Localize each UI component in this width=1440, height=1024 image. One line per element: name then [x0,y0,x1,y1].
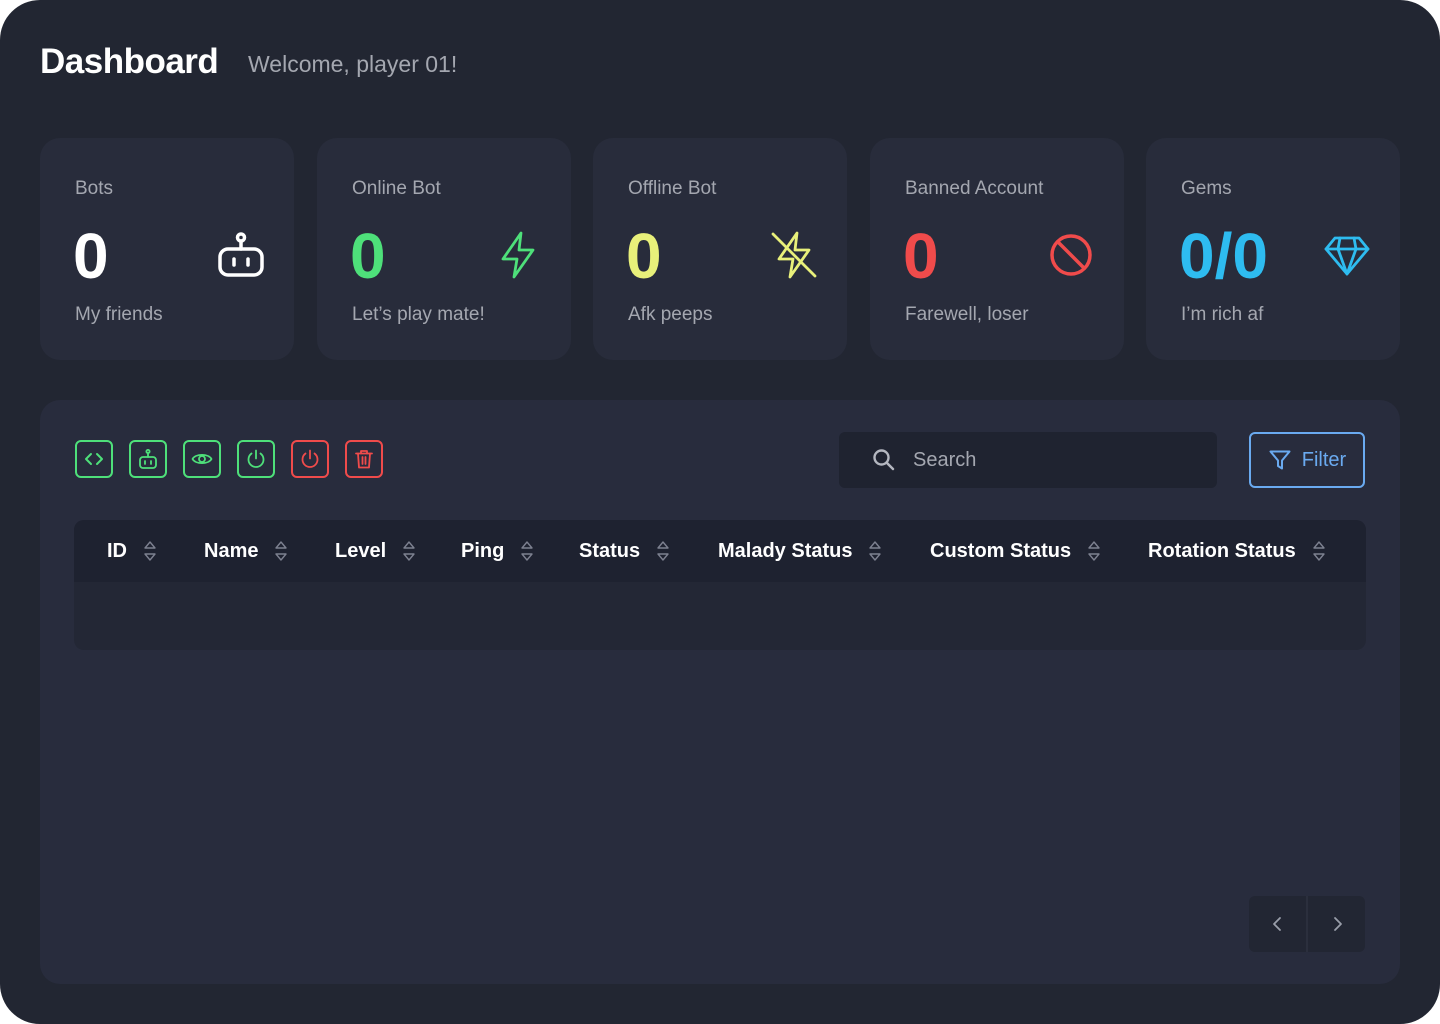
column-header-malady-status[interactable]: Malady Status [718,520,882,582]
power-icon [301,449,319,468]
sort-icon [1087,538,1101,564]
stat-subtitle: My friends [75,304,163,325]
next-page-button[interactable] [1308,896,1365,952]
welcome-message: Welcome, player 01! [248,51,458,77]
sort-icon [143,538,157,564]
table-header: ID Name Level Ping Status Malady Status … [74,520,1366,582]
stat-label: Bots [75,178,114,199]
sort-icon [868,538,882,564]
view-button[interactable] [183,440,221,478]
column-label: Ping [461,539,505,562]
filter-button[interactable]: Filter [1249,432,1365,488]
column-label: Name [204,539,259,562]
ban-icon [1046,230,1096,280]
column-label: Malady Status [718,539,853,562]
chevron-right-icon [1333,917,1342,931]
previous-page-button[interactable] [1249,896,1306,952]
column-label: ID [107,539,127,562]
delete-button[interactable] [345,440,383,478]
column-label: Level [335,539,387,562]
column-header-ping[interactable]: Ping [461,520,534,582]
stat-subtitle: I’m rich af [1181,304,1264,325]
robot-icon [139,448,157,469]
pagination [1249,896,1365,952]
lightning-off-icon [769,230,819,280]
search-icon [873,449,895,471]
column-header-id[interactable]: ID [107,520,157,582]
stat-label: Offline Bot [628,178,717,199]
column-header-rotation-status[interactable]: Rotation Status [1148,520,1326,582]
stat-label: Gems [1181,178,1232,199]
stop-bot-button[interactable] [291,440,329,478]
diamond-icon [1322,230,1372,280]
robot-icon [216,230,266,280]
stat-label: Online Bot [352,178,441,199]
start-bot-button[interactable] [237,440,275,478]
column-label: Status [579,539,641,562]
sort-icon [520,538,534,564]
stat-card-gems: Gems 0/0 I’m rich af [1146,138,1400,360]
trash-icon [355,450,373,469]
page-title: Dashboard [40,42,219,81]
stat-card-offline-bot: Offline Bot 0 Afk peeps [593,138,847,360]
filter-icon [1269,450,1291,470]
sort-icon [656,538,670,564]
power-icon [247,449,265,468]
lightning-icon [493,230,543,280]
column-label: Custom Status [930,539,1072,562]
column-header-level[interactable]: Level [335,520,416,582]
stat-card-bots: Bots 0 My friends [40,138,294,360]
chevron-left-icon [1272,917,1281,931]
dashboard-app: Dashboard Welcome, player 01! Bots 0 My … [0,0,1440,1024]
column-label: Rotation Status [1148,539,1296,562]
sort-icon [274,538,288,564]
stat-subtitle: Afk peeps [628,304,713,325]
stat-subtitle: Let’s play mate! [352,304,485,325]
bots-table: ID Name Level Ping Status Malady Status … [74,520,1366,650]
search-input[interactable] [913,432,1203,488]
stat-value: 0 [73,220,109,292]
stat-value: 0/0 [1179,220,1268,292]
stat-value: 0 [626,220,662,292]
search-box [839,432,1217,488]
column-header-custom-status[interactable]: Custom Status [930,520,1101,582]
add-bot-button[interactable] [129,440,167,478]
code-icon [85,453,103,465]
stat-value: 0 [903,220,939,292]
column-header-status[interactable]: Status [579,520,670,582]
bots-panel: Filter ID Name Level Ping [40,400,1400,984]
filter-label: Filter [1301,448,1347,471]
sort-icon [402,538,416,564]
stat-subtitle: Farewell, loser [905,304,1029,325]
eye-icon [191,453,213,465]
sort-icon [1312,538,1326,564]
stat-value: 0 [350,220,386,292]
stat-label: Banned Account [905,178,1044,199]
column-header-name[interactable]: Name [204,520,288,582]
stat-card-banned-account: Banned Account 0 Farewell, loser [870,138,1124,360]
code-button[interactable] [75,440,113,478]
stat-card-online-bot: Online Bot 0 Let’s play mate! [317,138,571,360]
